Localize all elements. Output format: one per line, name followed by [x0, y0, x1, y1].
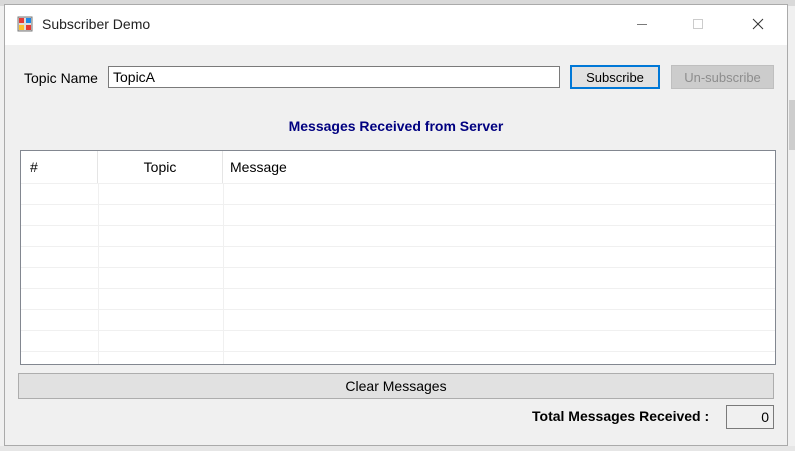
column-header-topic[interactable]: Topic [98, 151, 223, 183]
minimize-icon [637, 24, 647, 25]
window-title: Subscriber Demo [42, 16, 151, 32]
empty-row [21, 204, 775, 225]
messages-section-title: Messages Received from Server [288, 118, 504, 134]
minimize-button[interactable] [619, 5, 665, 43]
column-header-message[interactable]: Message [223, 151, 775, 183]
maximize-icon [693, 19, 703, 29]
background-bottom-strip [0, 446, 795, 451]
empty-row [21, 267, 775, 288]
unsubscribe-button[interactable]: Un-subscribe [671, 65, 774, 89]
empty-row [21, 330, 775, 351]
column-header-number[interactable]: # [21, 151, 98, 183]
empty-row [21, 288, 775, 309]
subscribe-button[interactable]: Subscribe [570, 65, 660, 89]
listview-header: # Topic Message [21, 151, 775, 183]
total-messages-label: Total Messages Received : [532, 408, 710, 424]
empty-row [21, 225, 775, 246]
background-scrollbar [789, 100, 795, 150]
messages-listview[interactable]: # Topic Message [20, 150, 776, 365]
topic-name-label: Topic Name [24, 70, 98, 86]
close-icon [752, 18, 764, 30]
maximize-button[interactable] [675, 5, 721, 43]
empty-row [21, 351, 775, 364]
topic-name-input[interactable] [108, 66, 560, 88]
empty-row [21, 246, 775, 267]
close-button[interactable] [735, 5, 781, 43]
title-bar[interactable]: Subscriber Demo [5, 5, 787, 45]
clear-messages-button[interactable]: Clear Messages [18, 373, 774, 399]
empty-row [21, 309, 775, 330]
empty-row [21, 183, 775, 204]
windows-forms-app-icon [17, 16, 33, 32]
subscriber-demo-window: Subscriber Demo Topic Name Subscribe Un-… [4, 4, 788, 446]
total-messages-count: 0 [726, 405, 774, 429]
